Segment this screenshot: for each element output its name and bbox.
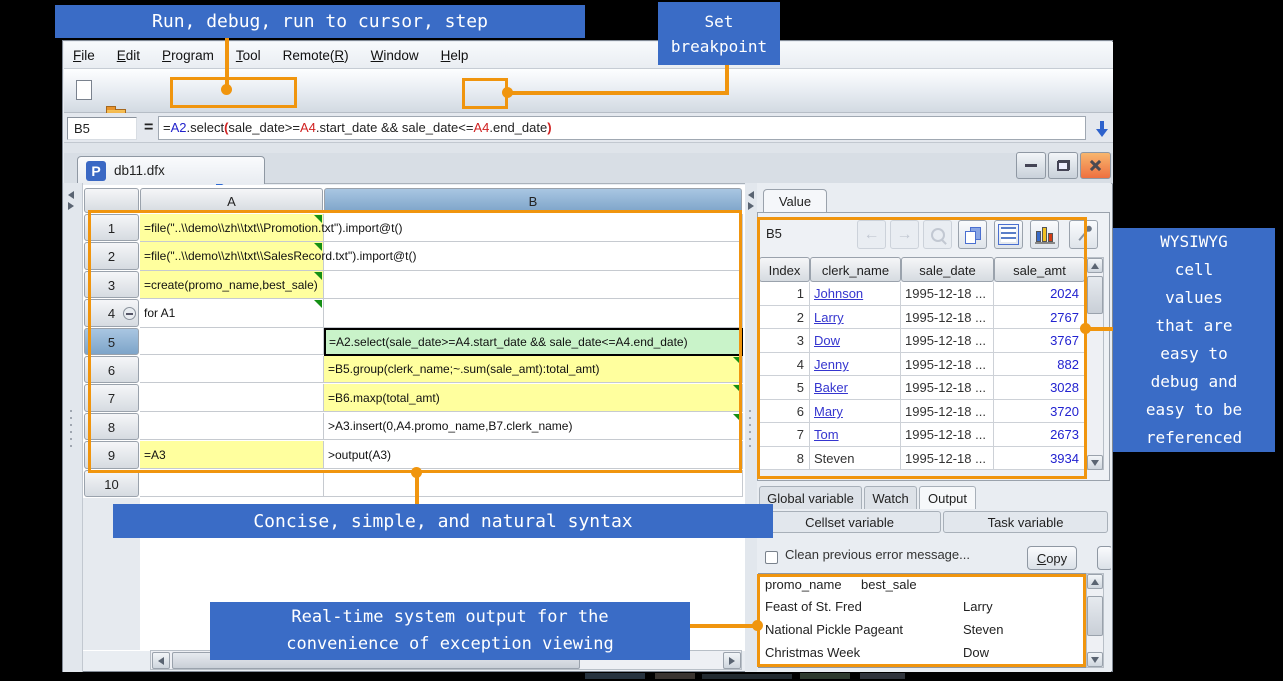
menu-help[interactable]: Help bbox=[436, 48, 474, 63]
tab-cellset-variable[interactable]: Cellset variable bbox=[758, 511, 941, 533]
expand-formula-icon[interactable] bbox=[1091, 117, 1112, 140]
tab-output[interactable]: Output bbox=[919, 486, 976, 509]
restore-icon[interactable] bbox=[1048, 152, 1078, 179]
copy-button[interactable]: Copy bbox=[1027, 546, 1077, 570]
output-vscroll-thumb[interactable] bbox=[1087, 596, 1103, 636]
expand-right-icon[interactable] bbox=[68, 202, 74, 210]
taskbar-fragment bbox=[655, 673, 695, 679]
taskbar-fragment bbox=[800, 673, 850, 679]
mid-splitter-grip bbox=[749, 405, 751, 452]
connector-realtime-dot bbox=[752, 620, 763, 631]
left-splitter-grip[interactable] bbox=[70, 405, 72, 452]
connector-syntax-dot bbox=[411, 467, 422, 478]
cell-A10[interactable] bbox=[140, 470, 324, 497]
tab-watch[interactable]: Watch bbox=[864, 486, 917, 509]
connector-realtime bbox=[688, 624, 758, 628]
cell-B10[interactable] bbox=[324, 470, 743, 497]
connector-wysiwyg-dot bbox=[1080, 323, 1091, 334]
menu-program[interactable]: Program bbox=[157, 48, 219, 63]
connector-run-dot bbox=[221, 84, 232, 95]
left-gutter bbox=[63, 183, 83, 672]
annotation-rect-grid bbox=[88, 210, 742, 473]
output-scroll-down-icon[interactable] bbox=[1087, 652, 1103, 667]
taskbar-fragment bbox=[585, 673, 645, 679]
tab-task-variable[interactable]: Task variable bbox=[943, 511, 1108, 533]
annotation-rect-run-group bbox=[170, 77, 297, 108]
scroll-down-icon[interactable] bbox=[1087, 455, 1103, 470]
collapse-left-icon[interactable] bbox=[68, 191, 74, 199]
table-vscrollbar[interactable] bbox=[1086, 257, 1104, 470]
callout-set-breakpoint: Set breakpoint bbox=[658, 2, 780, 65]
sheet-tab[interactable]: P db11.dfx bbox=[77, 156, 265, 184]
row-header-10[interactable]: 10 bbox=[84, 470, 139, 497]
callout-syntax: Concise, simple, and natural syntax bbox=[113, 504, 773, 538]
callout-run-debug: Run, debug, run to cursor, step bbox=[55, 5, 585, 38]
clipped-button[interactable] bbox=[1097, 546, 1111, 570]
connector-breakpoint-dot bbox=[502, 87, 513, 98]
formula-input[interactable]: =A2.select(sale_date>=A4.start_date && s… bbox=[158, 116, 1086, 140]
mid-splitter[interactable] bbox=[745, 183, 757, 672]
menu-file[interactable]: File bbox=[68, 48, 100, 63]
menu-edit[interactable]: Edit bbox=[112, 48, 145, 63]
menu-bar: File Edit Program Tool Remote(R) Window … bbox=[64, 42, 1113, 69]
splitter-left-icon[interactable] bbox=[748, 191, 754, 199]
clean-error-label: Clean previous error message... bbox=[785, 547, 970, 562]
minimize-icon[interactable] bbox=[1016, 152, 1046, 179]
scroll-left-icon[interactable] bbox=[152, 652, 170, 669]
tab-global-variable[interactable]: Global variable bbox=[759, 486, 862, 509]
close-icon[interactable] bbox=[1080, 152, 1111, 179]
scroll-up-icon[interactable] bbox=[1087, 258, 1103, 273]
scroll-right-icon[interactable] bbox=[723, 652, 741, 669]
formula-splitter[interactable] bbox=[64, 143, 1113, 153]
taskbar-fragment bbox=[702, 674, 792, 679]
connector-breakpoint-h bbox=[507, 91, 729, 95]
sheet-tab-label: db11.dfx bbox=[114, 163, 165, 178]
annotation-rect-value-panel bbox=[757, 217, 1087, 479]
screenshot-canvas: File Edit Program Tool Remote(R) Window … bbox=[0, 0, 1283, 681]
dfx-file-icon: P bbox=[86, 161, 106, 181]
clean-error-checkbox[interactable] bbox=[765, 551, 778, 564]
output-scroll-up-icon[interactable] bbox=[1087, 574, 1103, 589]
equals-label: = bbox=[144, 115, 153, 141]
tab-value[interactable]: Value bbox=[763, 189, 827, 213]
output-vscrollbar[interactable] bbox=[1086, 573, 1104, 668]
cell-reference-box[interactable]: B5 bbox=[67, 117, 137, 140]
connector-breakpoint-v bbox=[725, 65, 729, 95]
callout-wysiwyg: WYSIWYG cell values that are easy to deb… bbox=[1113, 228, 1275, 452]
table-vscroll-thumb[interactable] bbox=[1087, 276, 1103, 314]
new-file-icon[interactable] bbox=[72, 78, 96, 102]
menu-tool[interactable]: Tool bbox=[231, 48, 266, 63]
menu-window[interactable]: Window bbox=[366, 48, 424, 63]
formula-bar: B5 = =A2.select(sale_date>=A4.start_date… bbox=[64, 113, 1113, 143]
splitter-right-icon[interactable] bbox=[748, 202, 754, 210]
callout-realtime: Real-time system output for the convenie… bbox=[210, 602, 690, 660]
sheet-tab-bar: P db11.dfx bbox=[64, 153, 1113, 184]
taskbar-fragment bbox=[860, 673, 905, 679]
connector-run bbox=[225, 38, 229, 90]
annotation-rect-output bbox=[757, 574, 1086, 667]
menu-remote[interactable]: Remote(R) bbox=[278, 48, 354, 63]
